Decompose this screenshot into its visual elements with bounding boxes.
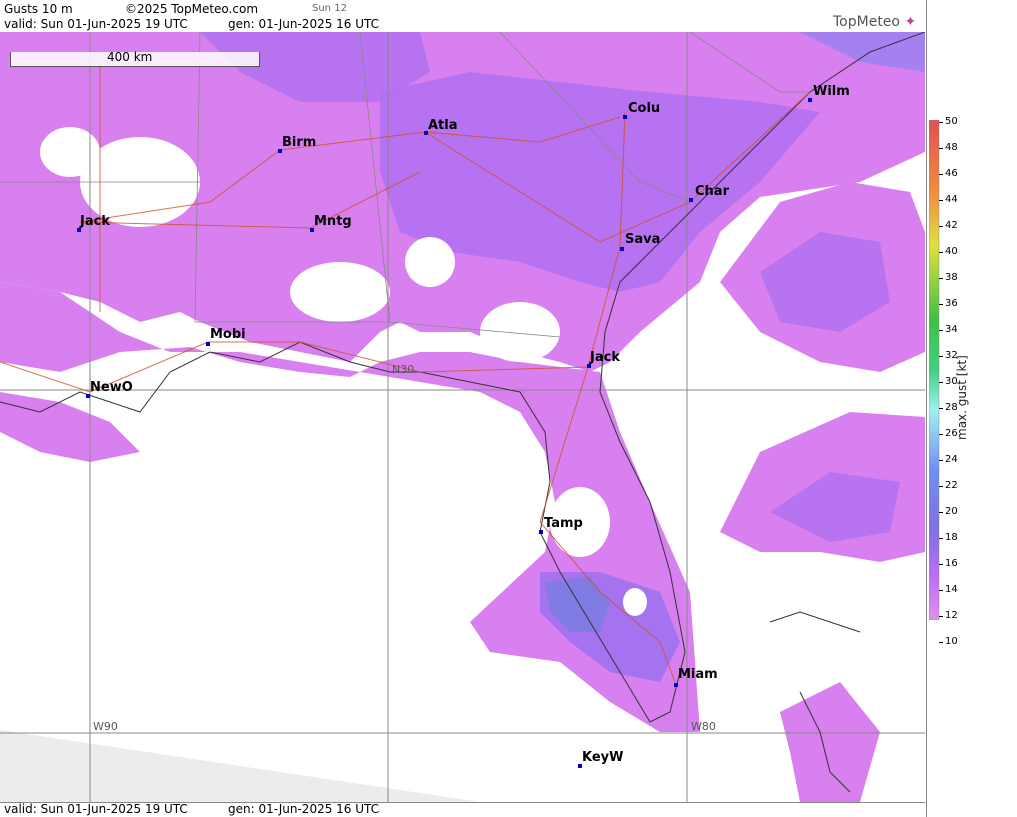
legend-tickmark [939,564,943,565]
city-label-char[interactable]: Char [695,184,729,199]
city-dot-wilm [808,98,812,102]
legend-tickmark [939,356,943,357]
city-dot-sava [620,247,624,251]
city-dot-colu [623,115,627,119]
copyright: ©2025 TopMeteo.com [125,2,259,16]
forecast-day: Sun 12 [312,3,347,14]
legend-tickmark [939,512,943,513]
out-of-domain [0,730,480,802]
city-dot-char [689,198,693,202]
legend-tickmark [939,590,943,591]
gust-region-gulf [0,392,140,462]
legend-tickmark [939,148,943,149]
city-label-colu[interactable]: Colu [628,101,660,116]
clear-patch-3 [480,302,560,362]
legend-tick-40: 40 [945,246,958,257]
city-label-sava[interactable]: Sava [625,232,660,247]
legend-tick-36: 36 [945,298,958,309]
city-label-wilm[interactable]: Wilm [813,84,850,99]
legend-tick-14: 14 [945,584,958,595]
legend-panel: 50 48 46 44 42 40 38 36 34 32 30 28 26 24 22 20 18 16 14 12… [926,0,1017,817]
city-label-tamp[interactable]: Tamp [544,516,583,531]
legend-tick-12: 12 [945,610,958,621]
legend-tickmark [939,616,943,617]
footer-gen-time: gen: 01-Jun-2025 16 UTC [228,802,380,816]
city-dot-miam [674,683,678,687]
legend-tick-16: 16 [945,558,958,569]
city-label-jack-ms[interactable]: Jack [80,214,110,229]
gen-time: gen: 01-Jun-2025 16 UTC [228,17,380,31]
grid-label-w90: W90 [93,720,118,733]
legend-tickmark [939,460,943,461]
legend-tick-38: 38 [945,272,958,283]
legend-tick-46: 46 [945,168,958,179]
legend-tick-48: 48 [945,142,958,153]
city-dot-mobi [206,342,210,346]
grid-label-n30: N30 [392,363,415,376]
city-label-jack-fl[interactable]: Jack [590,350,620,365]
legend-tickmark [939,538,943,539]
legend-tickmark [939,122,943,123]
scale-bar: 400 km [10,50,260,67]
legend-tick-42: 42 [945,220,958,231]
legend-tick-18: 18 [945,532,958,543]
legend-tickmark [939,486,943,487]
city-label-miam[interactable]: Miam [678,667,718,682]
city-label-mntg[interactable]: Mntg [314,214,352,229]
grid-label-w80: W80 [691,720,716,733]
clear-patch-4 [405,237,455,287]
gust-map[interactable]: 400 km W90 W80 N30 Jack Birm Atla Colu W… [0,32,925,802]
legend-tick-22: 22 [945,480,958,491]
city-label-newo[interactable]: NewO [90,380,133,395]
legend-tickmark [939,382,943,383]
legend-tickmark [939,330,943,331]
legend-tick-50: 50 [945,116,958,127]
legend-tickmark [939,174,943,175]
legend-tickmark [939,304,943,305]
valid-time: valid: Sun 01-Jun-2025 19 UTC [4,17,188,31]
legend-colorbar [929,120,940,620]
footer-valid-time: valid: Sun 01-Jun-2025 19 UTC [4,802,188,816]
legend-unit-label: max. gust [kt] [955,355,969,440]
topmeteo-logo: TopMeteo ✦ [833,14,917,30]
legend-tickmark [939,252,943,253]
legend-tickmark [939,434,943,435]
legend-tickmark [939,226,943,227]
gust-region-sw [780,682,880,802]
legend-tickmark [939,408,943,409]
city-label-birm[interactable]: Birm [282,135,316,150]
legend-tickmark [939,278,943,279]
product-title: Gusts 10 m [4,2,73,16]
clear-patch-2 [290,262,390,322]
city-dot-tamp [539,530,543,534]
map-layer [0,32,925,802]
legend-tick-44: 44 [945,194,958,205]
city-label-keyw[interactable]: KeyW [582,750,623,765]
clear-patch-6 [623,588,647,616]
legend-tick-10: 10 [945,636,958,647]
legend-tickmark [939,200,943,201]
legend-tickmark [939,642,943,643]
legend-tick-34: 34 [945,324,958,335]
legend-tick-24: 24 [945,454,958,465]
city-label-mobi[interactable]: Mobi [210,327,246,342]
compass-icon: ✦ [904,14,917,30]
clear-patch-7 [40,127,100,177]
legend-tick-20: 20 [945,506,958,517]
city-label-atla[interactable]: Atla [428,118,458,133]
